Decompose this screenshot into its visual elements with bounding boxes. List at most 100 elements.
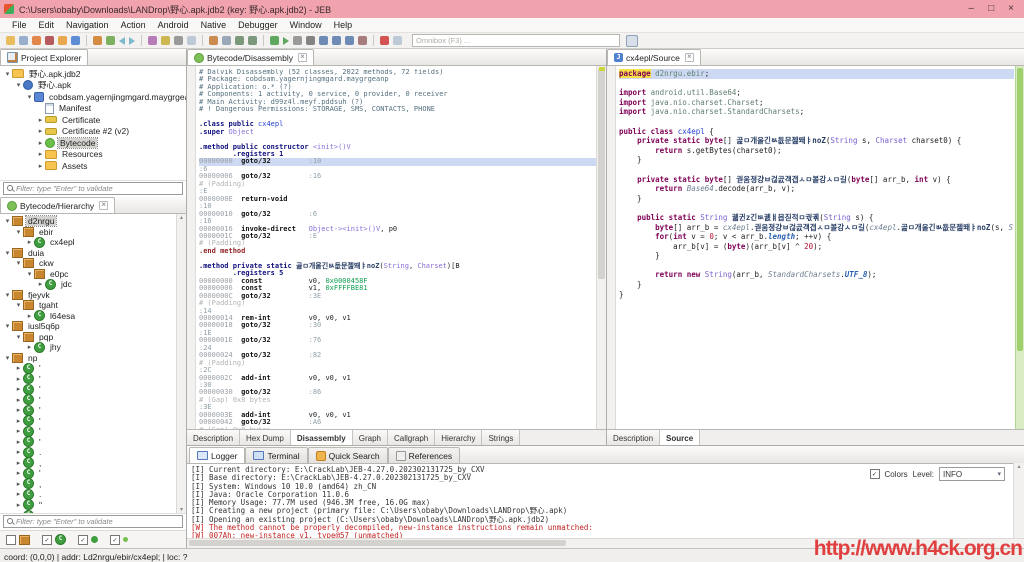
tab-bytecode-hierarchy[interactable]: Bytecode/Hierarchy × <box>0 197 115 213</box>
code-line[interactable]: # (Gap) 0x8 bytes <box>199 427 596 429</box>
tree-item-item[interactable]: ▸C' <box>0 437 186 448</box>
expander-icon[interactable]: ▸ <box>36 116 45 124</box>
tools-icon[interactable] <box>32 36 41 45</box>
step-out-icon[interactable] <box>345 36 354 45</box>
expander-icon[interactable]: ▾ <box>14 333 23 341</box>
tab-hex-dump[interactable]: Hex Dump <box>240 430 291 445</box>
alerts-icon[interactable] <box>58 36 67 45</box>
close-button[interactable]: × <box>1008 1 1014 17</box>
code-line[interactable]: import java.nio.charset.StandardCharsets… <box>619 107 1014 117</box>
checkbox-icon[interactable]: ✓ <box>78 535 88 545</box>
debug-stop-icon[interactable] <box>306 36 315 45</box>
tab-graph[interactable]: Graph <box>353 430 388 445</box>
expander-icon[interactable]: ▸ <box>14 406 23 414</box>
code-line[interactable]: .end method <box>199 248 596 255</box>
tree-item-item[interactable]: ▸C' <box>0 405 186 416</box>
omnibox-input[interactable] <box>412 34 620 47</box>
run-script-icon[interactable] <box>45 36 54 45</box>
expander-icon[interactable]: ▸ <box>14 438 23 446</box>
tree-item-jhy[interactable]: ▸Cjhy <box>0 342 186 353</box>
colors-checkbox[interactable]: ✓ <box>870 469 880 479</box>
code-line[interactable] <box>619 165 1014 175</box>
tree-item-item[interactable]: ▸C' <box>0 468 186 479</box>
expander-icon[interactable]: ▸ <box>14 490 23 498</box>
expander-icon[interactable]: ▸ <box>14 396 23 404</box>
project-properties-icon[interactable] <box>148 36 157 45</box>
tree-item-pqp[interactable]: ▾pqp <box>0 332 186 343</box>
code-line[interactable]: private static byte[] 궏움졍걍ㅂ걶곬걕갭ㅅㅁ볼강ㅅㅁ길(b… <box>619 175 1014 185</box>
debug-resume-icon[interactable] <box>283 37 289 45</box>
tree-item-d2nrgu[interactable]: ▾d2nrgu <box>0 216 186 227</box>
code-line[interactable]: 00000024 goto/32 :82 <box>199 352 596 359</box>
code-line[interactable]: .super Object <box>199 129 596 136</box>
code-line[interactable]: # (Gap) 0x8 bytes <box>199 397 596 404</box>
code-line[interactable] <box>619 117 1014 127</box>
source-editor[interactable]: package d2nrgu.ebir; import android.util… <box>607 66 1024 429</box>
code-line[interactable]: # (Padding) <box>199 181 596 188</box>
minimize-button[interactable]: – <box>969 1 975 17</box>
tree-item-certificate-2-v2[interactable]: ▸Certificate #2 (v2) <box>0 126 186 138</box>
code-line[interactable]: 0000000C goto/32 :3E <box>199 293 596 300</box>
close-icon[interactable]: × <box>298 53 307 62</box>
expander-icon[interactable]: ▸ <box>25 312 34 320</box>
expander-icon[interactable]: ▸ <box>25 343 34 351</box>
expander-icon[interactable]: ▸ <box>14 469 23 477</box>
tree-item-item[interactable]: ▸C" <box>0 500 186 511</box>
checkbox-icon[interactable] <box>6 535 16 545</box>
code-line[interactable]: public class cx4epl { <box>619 127 1014 137</box>
expander-icon[interactable]: ▸ <box>36 162 45 170</box>
code-line[interactable]: 00000006 goto/32 :16 <box>199 173 596 180</box>
code-line[interactable]: return Base64.decode(arr_b, v); <box>619 184 1014 194</box>
expander-icon[interactable]: ▸ <box>14 427 23 435</box>
expander-icon[interactable]: ▾ <box>3 291 12 299</box>
tree-item-item[interactable]: ▸C. <box>0 447 186 458</box>
step-into-icon[interactable] <box>332 36 341 45</box>
tree-item-apk-jdb2[interactable]: ▾野心.apk.jdb2 <box>0 68 186 80</box>
code-line[interactable]: arr_b[v] = (byte)(arr_b[v] ^ 20); <box>619 242 1014 252</box>
tree-item-item[interactable]: ▸C' <box>0 395 186 406</box>
tree-item-fjeyvk[interactable]: ▾fjeyvk <box>0 290 186 301</box>
menu-action[interactable]: Action <box>115 20 152 30</box>
disassembly-editor[interactable]: # Dalvik Disassembly (52 classes, 2022 m… <box>187 66 606 429</box>
tree-item-duia[interactable]: ▾duia <box>0 248 186 259</box>
filter-toggle-pkg[interactable] <box>6 535 33 545</box>
gears-icon[interactable] <box>222 36 231 45</box>
code-line[interactable]: import java.nio.charset.Charset; <box>619 98 1014 108</box>
tab-quick-search[interactable]: Quick Search <box>308 447 388 463</box>
tree-item-e0pc[interactable]: ▾e0pc <box>0 269 186 280</box>
jump-back-icon[interactable] <box>106 36 115 45</box>
expander-icon[interactable]: ▾ <box>25 270 34 278</box>
collapse-tree-icon[interactable] <box>248 36 257 45</box>
maximize-button[interactable]: □ <box>988 1 994 17</box>
tree-item-resources[interactable]: ▸Resources <box>0 149 186 161</box>
filter-toggle-dotsm[interactable]: ✓ <box>110 535 131 545</box>
tab-bytecode-disassembly[interactable]: Bytecode/Disassembly × <box>187 49 314 65</box>
code-line[interactable]: } <box>619 280 1014 290</box>
code-line[interactable] <box>619 79 1014 89</box>
tree-item-cx4epl[interactable]: ▸Ccx4epl <box>0 237 186 248</box>
expander-icon[interactable]: ▸ <box>14 480 23 488</box>
tree-item-l64esa[interactable]: ▸Cl64esa <box>0 311 186 322</box>
code-line[interactable]: private static byte[] 곮ㅁ개울긴ㅄ둆문젪뙈ㅑnoZ(Str… <box>619 136 1014 146</box>
tab-disassembly[interactable]: Disassembly <box>291 430 353 445</box>
code-line[interactable] <box>619 203 1014 213</box>
expander-icon[interactable]: ▾ <box>14 228 23 236</box>
tab-cx4epl-source[interactable]: J cx4epl/Source × <box>607 49 701 65</box>
tab-description[interactable]: Description <box>187 430 240 445</box>
step-over-icon[interactable] <box>319 36 328 45</box>
open-file-icon[interactable] <box>6 36 15 45</box>
expander-icon[interactable]: ▸ <box>14 501 23 509</box>
expander-icon[interactable]: ▸ <box>14 448 23 456</box>
document-icon[interactable] <box>187 36 196 45</box>
expand-tree-icon[interactable] <box>235 36 244 45</box>
expander-icon[interactable]: ▾ <box>3 217 12 225</box>
code-line[interactable]: 0000002C add-int v0, v0, v1 <box>199 375 596 382</box>
menu-native[interactable]: Native <box>195 20 233 30</box>
project-filter-input[interactable] <box>3 182 183 195</box>
expander-icon[interactable]: ▸ <box>36 127 45 135</box>
debug-start-icon[interactable] <box>270 36 279 45</box>
expander-icon[interactable]: ▸ <box>36 150 45 158</box>
web-browser-icon[interactable] <box>71 36 80 45</box>
expander-icon[interactable]: ▾ <box>14 301 23 309</box>
checkbox-icon[interactable]: ✓ <box>42 535 52 545</box>
